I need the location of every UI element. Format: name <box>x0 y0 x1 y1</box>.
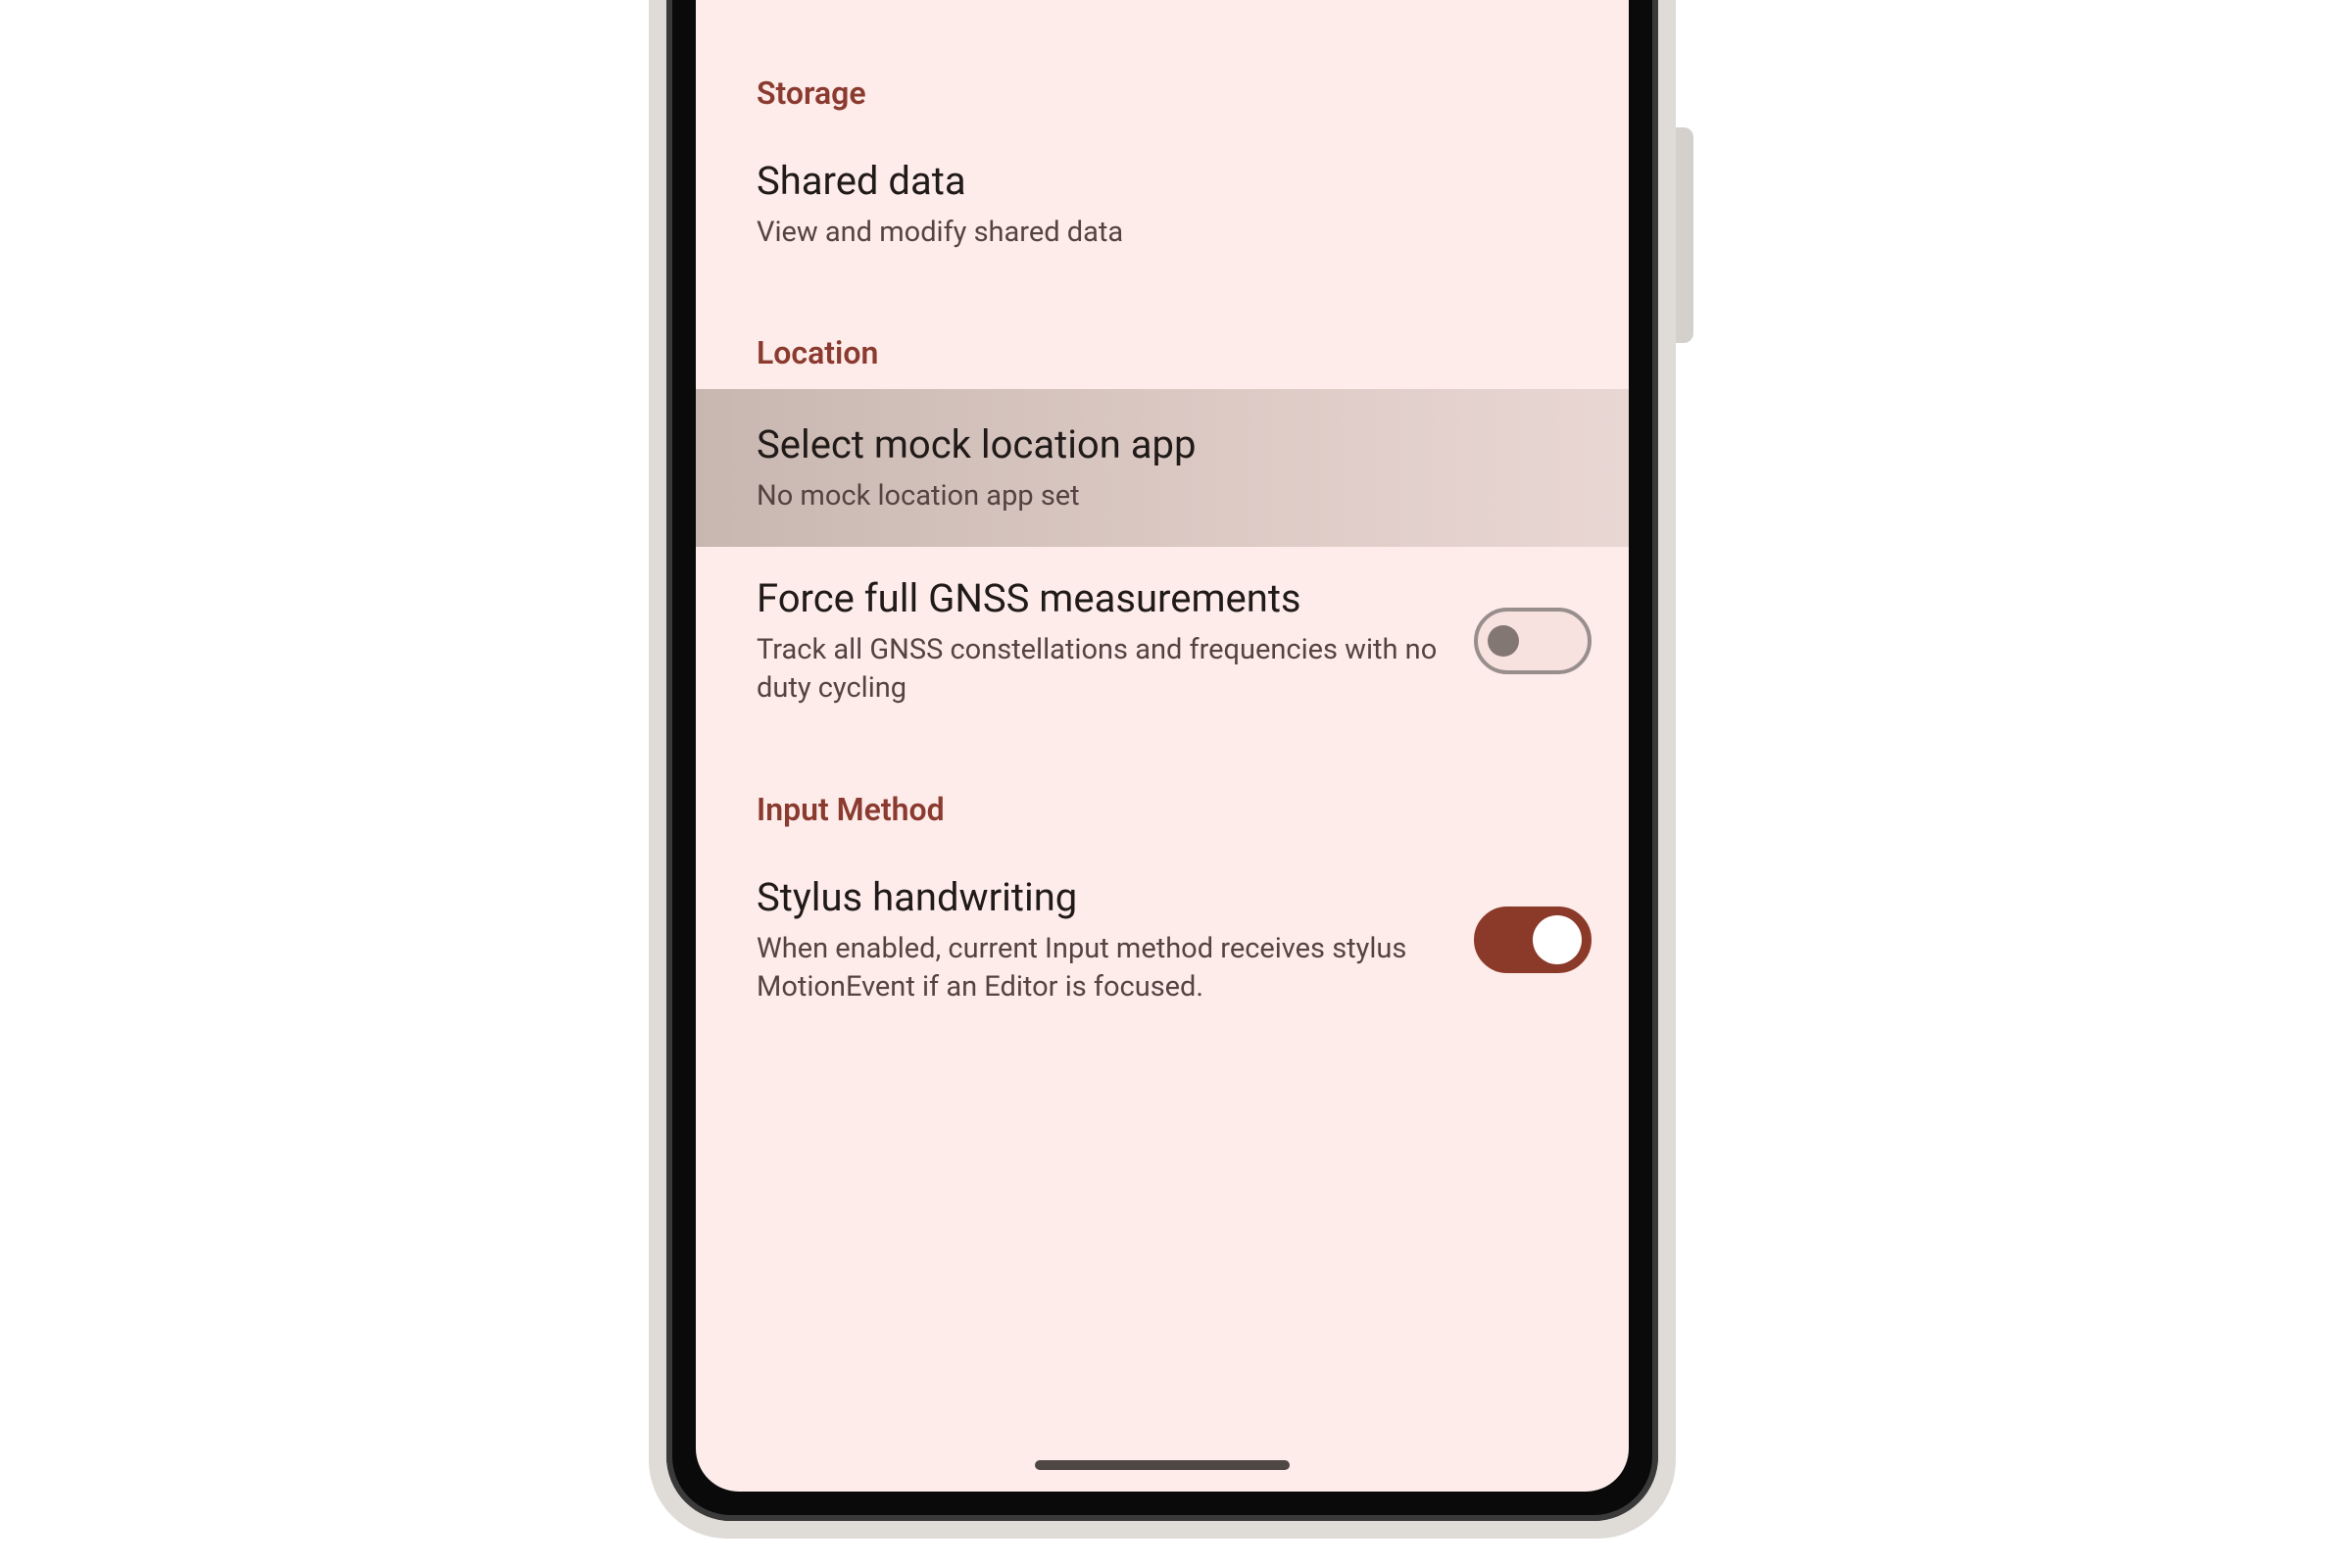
settings-list[interactable]: Storage Shared data View and modify shar… <box>696 0 1629 1492</box>
stylus-toggle[interactable] <box>1474 906 1592 973</box>
section-header-input: Input Method <box>696 763 1629 846</box>
row-mock-location-text: Select mock location app No mock locatio… <box>757 420 1592 515</box>
spacer <box>696 279 1629 307</box>
section-header-location: Location <box>696 307 1629 389</box>
mock-location-title: Select mock location app <box>757 420 1592 469</box>
phone-shell: Storage Shared data View and modify shar… <box>649 0 1676 1539</box>
row-mock-location[interactable]: Select mock location app No mock locatio… <box>696 389 1629 547</box>
gnss-title: Force full GNSS measurements <box>757 574 1454 623</box>
stylus-subtitle: When enabled, current Input method recei… <box>757 930 1454 1006</box>
row-gnss-text: Force full GNSS measurements Track all G… <box>757 574 1454 708</box>
row-shared-data-text: Shared data View and modify shared data <box>757 157 1592 252</box>
row-shared-data[interactable]: Shared data View and modify shared data <box>696 129 1629 279</box>
gnss-subtitle: Track all GNSS constellations and freque… <box>757 631 1454 708</box>
row-stylus[interactable]: Stylus handwriting When enabled, current… <box>696 846 1629 1034</box>
toggle-knob <box>1533 915 1582 964</box>
row-stylus-text: Stylus handwriting When enabled, current… <box>757 873 1454 1006</box>
shared-data-subtitle: View and modify shared data <box>757 214 1462 252</box>
stylus-title: Stylus handwriting <box>757 873 1454 922</box>
section-header-storage: Storage <box>696 47 1629 129</box>
row-gnss[interactable]: Force full GNSS measurements Track all G… <box>696 547 1629 735</box>
gesture-navbar[interactable] <box>1035 1460 1290 1470</box>
stage: Storage Shared data View and modify shar… <box>0 0 2352 1568</box>
phone-frame: Storage Shared data View and modify shar… <box>666 0 1658 1521</box>
gnss-toggle[interactable] <box>1474 608 1592 674</box>
mock-location-subtitle: No mock location app set <box>757 477 1462 515</box>
spacer <box>696 736 1629 763</box>
shared-data-title: Shared data <box>757 157 1592 206</box>
toggle-knob <box>1488 625 1519 657</box>
phone-side-button <box>1676 127 1693 343</box>
phone-screen: Storage Shared data View and modify shar… <box>696 0 1629 1492</box>
